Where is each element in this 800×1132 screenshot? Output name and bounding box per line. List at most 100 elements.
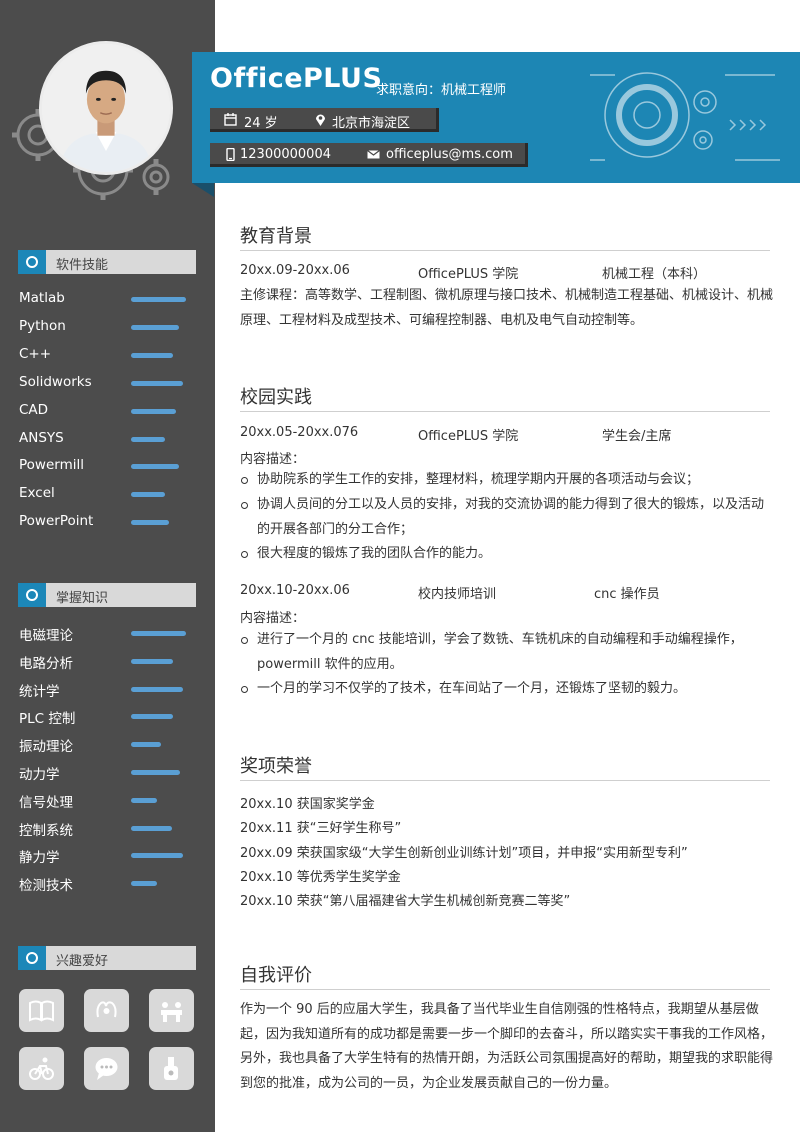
skill-row: 信号处理 <box>19 790 199 811</box>
skill-label: CAD <box>19 401 49 418</box>
chat-icon <box>84 1047 129 1090</box>
campus-entry2-role: cnc 操作员 <box>594 587 660 602</box>
skill-label: Excel <box>19 485 55 502</box>
skill-row: 动力学 <box>19 762 199 783</box>
candidate-name: OfficePLUS <box>210 63 383 94</box>
skill-row: Matlab <box>19 289 199 309</box>
self-eval-title: 自我评价 <box>240 965 312 986</box>
book-icon <box>19 989 64 1032</box>
knowledge-title: 掌握知识 <box>56 591 109 606</box>
skill-label: 信号处理 <box>19 794 73 811</box>
skill-level-bar <box>131 686 183 692</box>
skill-level-bar <box>131 324 179 330</box>
calendar-icon <box>224 113 237 126</box>
courses-label: 主修课程： <box>240 288 306 303</box>
campus-title: 校园实践 <box>240 387 312 408</box>
skill-row: 电磁理论 <box>19 623 199 644</box>
software-skills-title: 软件技能 <box>56 258 109 273</box>
software-skills-heading: 软件技能 <box>18 250 196 274</box>
skill-row: PLC 控制 <box>19 706 199 728</box>
knowledge-heading: 掌握知识 <box>18 583 196 607</box>
gear-icon <box>18 250 46 274</box>
skill-level-bar <box>131 714 173 720</box>
music-icon <box>149 1047 194 1090</box>
age: 24 岁 <box>244 116 278 131</box>
skill-label: Matlab <box>19 290 65 306</box>
skill-level-bar <box>131 881 157 887</box>
education-major: 机械工程（本科） <box>602 267 707 282</box>
skill-level-bar <box>131 352 173 358</box>
education-date: 20xx.09-20xx.06 <box>240 263 350 278</box>
fitness-icon <box>84 989 129 1032</box>
self-eval-text: 作为一个 90 后的应届大学生，我具备了当代毕业生自信刚强的性格特点，我期望从基… <box>240 1002 774 1091</box>
skill-label: Powermill <box>19 457 84 474</box>
skill-level-bar <box>131 770 180 775</box>
campus-entry1-role: 学生会/主席 <box>602 429 672 444</box>
info-row-basic: 24 岁 北京市海淀区 <box>210 108 439 132</box>
skill-level-bar <box>131 297 186 302</box>
job-intent-label: 求职意向： <box>376 83 442 98</box>
skill-level-bar <box>131 520 169 526</box>
skill-level-bar <box>131 742 161 748</box>
cycling-icon <box>19 1047 64 1090</box>
award-item: 20xx.10 荣获“第八届福建省大学生机械创新竞赛二等奖” <box>240 894 571 909</box>
award-item: 20xx.10 等优秀学生奖学金 <box>240 870 401 885</box>
skill-label: PowerPoint <box>19 513 94 530</box>
skill-label: 静力学 <box>19 850 60 867</box>
divider <box>240 989 770 990</box>
skill-row: 振动理论 <box>19 734 199 756</box>
skill-level-bar <box>131 464 179 470</box>
skill-row: C++ <box>19 345 199 365</box>
campus-entry2-org: 校内技师培训 <box>418 587 497 602</box>
skill-row: 静力学 <box>19 845 199 867</box>
phone-icon <box>226 148 235 161</box>
education-courses: 主修课程：高等数学、工程制图、微机原理与接口技术、机械制造工程基础、机械设计、机… <box>240 284 775 333</box>
skill-row: PowerPoint <box>19 512 199 532</box>
skill-level-bar <box>131 658 173 664</box>
skill-row: ANSYS <box>19 429 199 449</box>
mail-icon <box>367 150 380 159</box>
awards-title: 奖项荣誉 <box>240 756 312 777</box>
info-row-contact: 12300000004 officeplus@ms.com <box>210 143 528 167</box>
skill-label: 检测技术 <box>19 878 73 895</box>
campus-entry1-desc-label: 内容描述： <box>240 452 306 467</box>
divider <box>240 780 770 781</box>
divider <box>240 411 770 412</box>
hobbies-title: 兴趣爱好 <box>56 954 109 969</box>
award-item: 20xx.11 获“三好学生称号” <box>240 821 402 836</box>
skill-label: PLC 控制 <box>19 711 76 728</box>
skill-level-bar <box>131 797 157 803</box>
skill-label: ANSYS <box>19 429 64 446</box>
skill-label: Solidworks <box>19 373 92 390</box>
skill-row: 统计学 <box>19 679 199 700</box>
skill-row: Solidworks <box>19 373 199 393</box>
job-intent: 求职意向：机械工程师 <box>376 79 506 98</box>
team-icon <box>149 989 194 1032</box>
list-item: 很大程度的锻炼了我的团队合作的能力。 <box>240 542 775 567</box>
campus-entry1-org: OfficePLUS 学院 <box>418 429 519 444</box>
gear-icon <box>18 946 46 970</box>
sidebar: 软件技能 Matlab Python C++ Solidworks CAD ANSYS Po… <box>0 0 215 1132</box>
skill-label: Python <box>19 317 66 334</box>
email[interactable]: officeplus@ms.com <box>386 147 513 162</box>
gear-icon <box>18 583 46 607</box>
skill-label: 控制系统 <box>19 822 73 839</box>
divider <box>240 250 770 251</box>
skill-row: 电路分析 <box>19 651 199 672</box>
campus-entry2-desc-label: 内容描述： <box>240 611 306 626</box>
skill-row: Python <box>19 317 199 337</box>
skill-level-bar <box>131 631 186 636</box>
job-intent-value: 机械工程师 <box>441 83 507 98</box>
skill-row: 检测技术 <box>19 873 199 895</box>
campus-entry2-date: 20xx.10-20xx.06 <box>240 583 350 598</box>
skill-label: 动力学 <box>19 767 60 783</box>
hobbies-heading: 兴趣爱好 <box>18 946 196 970</box>
skill-row: CAD <box>19 401 199 421</box>
skill-level-bar <box>131 408 176 414</box>
skill-label: 振动理论 <box>19 739 73 756</box>
phone[interactable]: 12300000004 <box>240 147 331 162</box>
skill-level-bar <box>131 825 172 831</box>
list-item: 协助院系的学生工作的安排，整理材料，梳理学期内开展的各项活动与会议； <box>240 468 775 493</box>
award-item: 20xx.10 获国家奖学金 <box>240 797 375 812</box>
skill-row: Powermill <box>19 456 199 476</box>
